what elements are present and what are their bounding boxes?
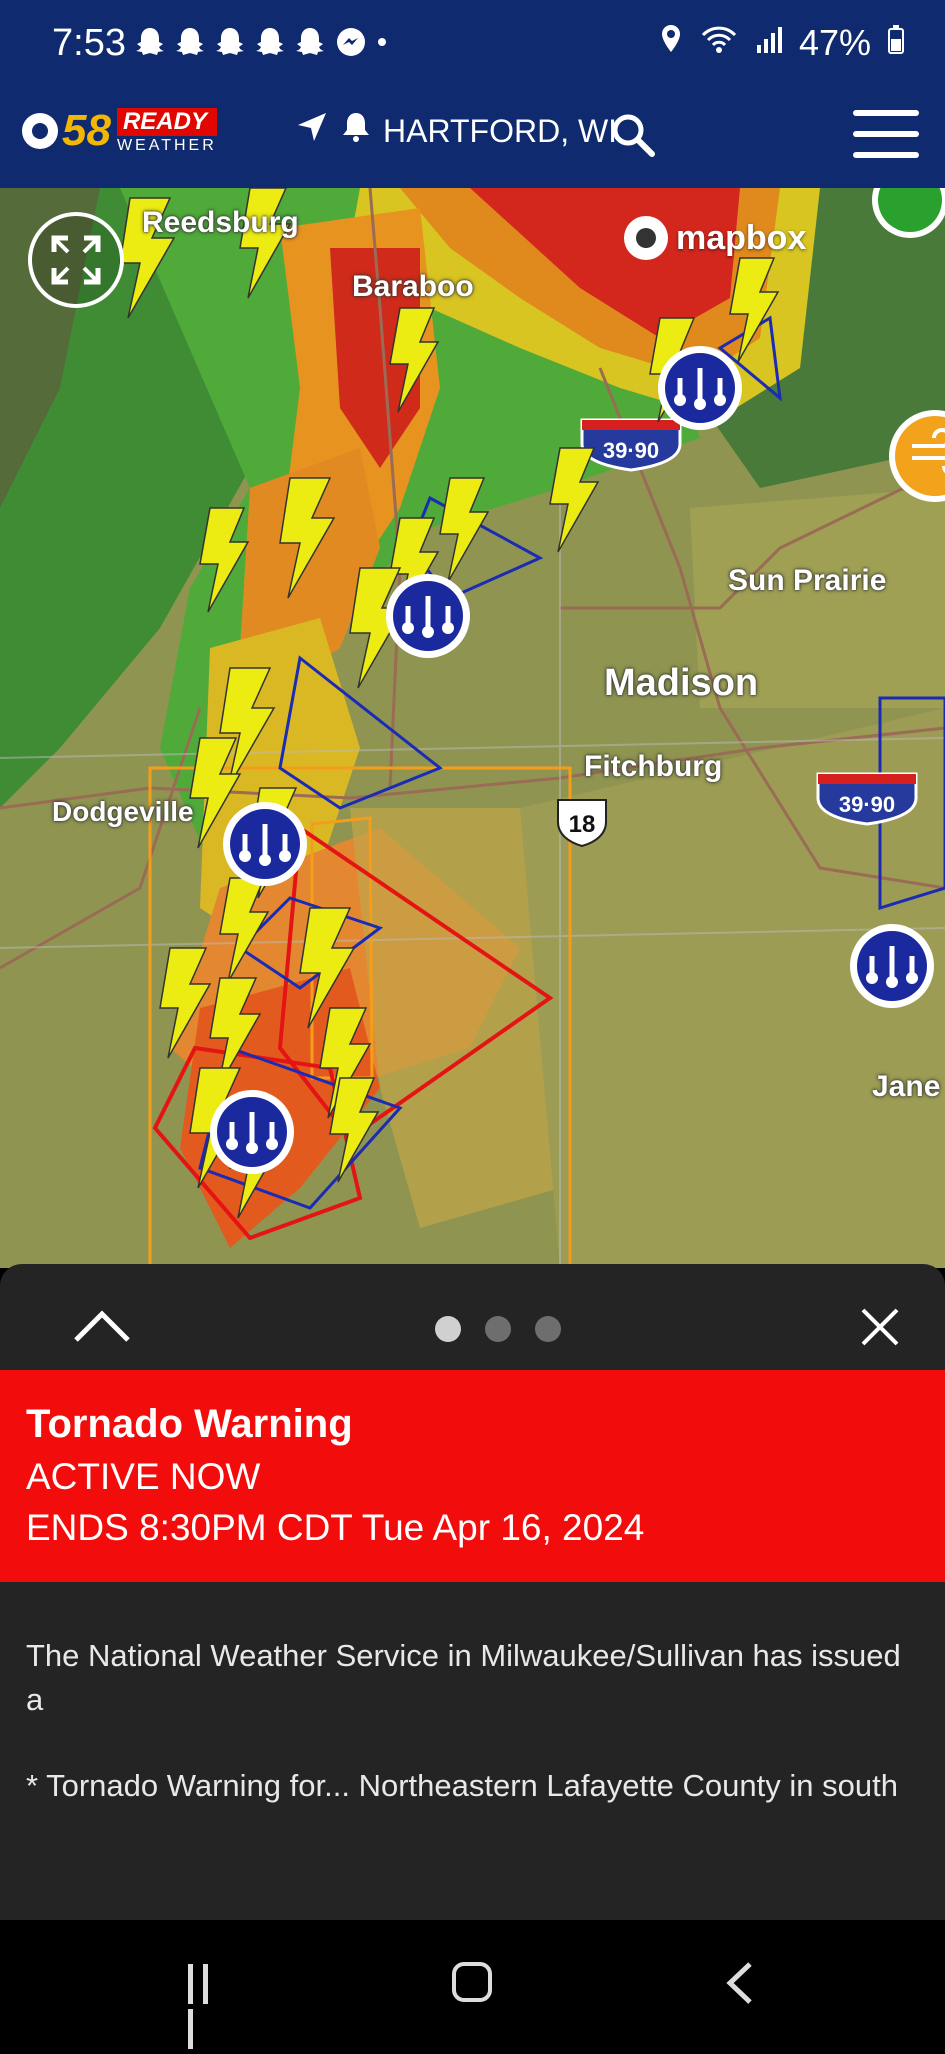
location-pin-icon xyxy=(659,22,683,64)
svg-text:39·90: 39·90 xyxy=(603,438,659,463)
alert-description: The National Weather Service in Milwauke… xyxy=(26,1634,906,1850)
cbs-eye-icon xyxy=(22,113,58,149)
alert-status: ACTIVE NOW xyxy=(26,1456,261,1497)
alert-body-paragraph: The National Weather Service in Milwauke… xyxy=(26,1638,901,1717)
alert-bottom-sheet: Tornado Warning ACTIVE NOW ENDS 8:30PM C… xyxy=(0,1264,945,1920)
snapchat-icon xyxy=(295,26,325,58)
status-time: 7:53 xyxy=(52,22,126,64)
status-bar: 7:53 47% xyxy=(0,0,945,92)
search-icon xyxy=(612,114,655,157)
messenger-icon xyxy=(335,26,365,58)
notification-icons xyxy=(135,26,405,58)
app-header: 58 READY WEATHER HARTFORD, WI xyxy=(0,92,945,188)
expand-sheet-button[interactable] xyxy=(72,1306,132,1346)
status-indicators: 47% xyxy=(659,22,905,64)
page-dot-active[interactable] xyxy=(435,1316,461,1342)
bell-icon xyxy=(339,110,373,152)
location-selector[interactable]: HARTFORD, WI xyxy=(295,110,617,152)
storm-cell-marker xyxy=(658,346,742,430)
storm-cell-marker xyxy=(386,574,470,658)
alert-end-time: ENDS 8:30PM CDT Tue Apr 16, 2024 xyxy=(26,1507,645,1548)
snapchat-icon xyxy=(215,26,245,58)
city-label-janesville: Jane xyxy=(872,1070,941,1103)
page-indicator xyxy=(435,1316,561,1342)
logo-number: 58 xyxy=(62,106,111,155)
city-label-fitchburg: Fitchburg xyxy=(584,750,723,783)
svg-text:18: 18 xyxy=(569,811,596,838)
mapbox-attribution[interactable]: mapbox xyxy=(624,216,806,260)
radar-map[interactable]: 39·90 39·90 18 mapbox Reedsburg Baraboo … xyxy=(0,188,945,1268)
svg-text:39·90: 39·90 xyxy=(839,792,895,817)
storm-cell-marker xyxy=(210,1090,294,1174)
battery-level: 47% xyxy=(798,22,871,63)
radar-overlay: 39·90 39·90 18 xyxy=(0,188,945,1268)
highway-shield-i39-90-east: 39·90 xyxy=(816,772,918,826)
back-chevron-icon xyxy=(726,1962,752,2004)
location-name: HARTFORD, WI xyxy=(383,112,618,149)
close-alert-button[interactable] xyxy=(859,1306,901,1348)
signal-icon xyxy=(755,22,783,64)
close-icon xyxy=(861,1308,899,1346)
alert-title: Tornado Warning xyxy=(26,1402,353,1446)
navigation-arrow-icon xyxy=(295,110,329,152)
snapchat-icon xyxy=(255,26,285,58)
more-notifications-icon xyxy=(375,26,405,58)
city-label-reedsburg: Reedsburg xyxy=(142,206,299,239)
alert-banner[interactable]: Tornado Warning ACTIVE NOW ENDS 8:30PM C… xyxy=(0,1370,945,1582)
snapchat-icon xyxy=(175,26,205,58)
recent-apps-button[interactable] xyxy=(188,1964,232,2049)
cbs58-logo[interactable]: 58 READY WEATHER xyxy=(22,106,217,156)
mapbox-logo-icon xyxy=(624,216,668,260)
system-navigation-bar xyxy=(0,1920,945,2049)
chevron-up-icon xyxy=(74,1310,130,1342)
storm-cell-marker xyxy=(223,802,307,886)
storm-cell-marker xyxy=(850,924,934,1008)
wifi-icon xyxy=(699,22,739,64)
logo-weather: WEATHER xyxy=(116,137,217,154)
alert-body-paragraph: * Tornado Warning for... Northeastern La… xyxy=(26,1768,898,1803)
expand-icon xyxy=(51,235,101,285)
battery-charging-icon xyxy=(887,22,905,64)
page-dot[interactable] xyxy=(535,1316,561,1342)
city-label-madison: Madison xyxy=(604,662,759,704)
city-label-sun-prairie: Sun Prairie xyxy=(728,564,887,597)
hamburger-menu-button[interactable] xyxy=(853,110,919,162)
home-button[interactable] xyxy=(452,1962,492,2002)
city-label-baraboo: Baraboo xyxy=(352,270,474,303)
snapchat-icon xyxy=(135,26,165,58)
page-dot[interactable] xyxy=(485,1316,511,1342)
search-button[interactable] xyxy=(608,110,658,160)
city-label-dodgeville: Dodgeville xyxy=(52,796,194,827)
logo-ready: READY xyxy=(116,108,217,136)
highway-shield-i39-90: 39·90 xyxy=(580,418,682,472)
fullscreen-button[interactable] xyxy=(28,212,124,308)
back-button[interactable] xyxy=(722,1960,758,2006)
